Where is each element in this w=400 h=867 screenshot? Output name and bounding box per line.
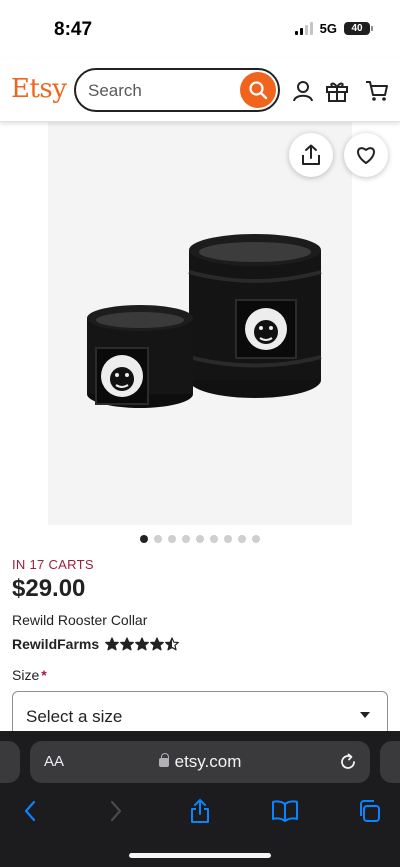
carousel-dot[interactable]: [224, 535, 232, 543]
search-button[interactable]: [240, 72, 276, 108]
gift-icon: [326, 82, 348, 102]
star-full-icon: [135, 637, 150, 651]
gift-button[interactable]: [324, 78, 350, 104]
heart-icon: [357, 147, 375, 164]
next-tab-peek[interactable]: [380, 741, 400, 783]
size-label: Size *: [12, 667, 47, 683]
browser-nav-bar: [0, 791, 400, 831]
status-indicators: 5G 40: [294, 21, 373, 36]
shop-name-link[interactable]: RewildFarms: [12, 636, 99, 652]
network-type: 5G: [319, 21, 337, 36]
size-label-text: Size: [12, 667, 40, 683]
collar-photo: [48, 122, 352, 525]
lion-logo-icon: [245, 308, 287, 350]
search-input[interactable]: Search: [74, 68, 280, 112]
carousel-pagination[interactable]: [0, 535, 400, 543]
etsy-logo[interactable]: Etsy: [11, 74, 67, 104]
chevron-right-icon: [110, 800, 122, 822]
home-indicator: [129, 853, 271, 858]
share-icon: [191, 799, 209, 823]
carousel-dot[interactable]: [238, 535, 246, 543]
battery-icon: 40: [344, 22, 373, 35]
search-placeholder: Search: [88, 81, 142, 100]
reload-icon[interactable]: [338, 752, 358, 772]
status-time: 8:47: [54, 19, 93, 40]
carousel-dot[interactable]: [210, 535, 218, 543]
account-button[interactable]: [290, 78, 316, 104]
shop-row: RewildFarms: [12, 636, 180, 652]
required-mark: *: [41, 667, 47, 683]
site-header: Etsy Search: [0, 58, 400, 122]
url-display[interactable]: etsy.com: [30, 752, 370, 772]
browser-share-button[interactable]: [185, 797, 215, 825]
tabs-button[interactable]: [354, 797, 384, 825]
favorite-button[interactable]: [344, 133, 388, 177]
chevron-left-icon: [24, 800, 36, 822]
search-icon: [249, 81, 268, 100]
star-full-icon: [120, 637, 135, 651]
star-full-icon: [105, 637, 120, 651]
lock-icon: [158, 753, 169, 767]
previous-tab-peek[interactable]: [0, 741, 20, 783]
carousel-dot[interactable]: [196, 535, 204, 543]
back-button[interactable]: [15, 797, 45, 825]
carousel-dot[interactable]: [252, 535, 260, 543]
bookmarks-button[interactable]: [270, 797, 300, 825]
share-button[interactable]: [289, 133, 333, 177]
star-full-icon: [150, 637, 165, 651]
cellular-signal-icon: [294, 22, 313, 35]
lion-logo-icon: [101, 355, 143, 397]
url-text: etsy.com: [174, 752, 242, 771]
status-bar: 8:47 5G 40: [0, 0, 400, 58]
tabs-icon: [360, 800, 380, 822]
product-title: Rewild Rooster Collar: [12, 612, 148, 628]
carousel-dot[interactable]: [168, 535, 176, 543]
in-carts-label: IN 17 CARTS: [12, 557, 94, 572]
book-icon: [272, 800, 298, 822]
carousel-dot[interactable]: [140, 535, 148, 543]
size-select-value: Select a size: [26, 707, 123, 726]
cart-icon: [366, 81, 388, 101]
user-icon: [293, 81, 313, 102]
carousel-dot[interactable]: [182, 535, 190, 543]
product-price: $29.00: [12, 575, 86, 602]
star-half-icon: [165, 637, 180, 651]
product-image[interactable]: [48, 122, 352, 525]
forward-button[interactable]: [101, 797, 131, 825]
cart-button[interactable]: [364, 78, 390, 104]
address-bar[interactable]: AA etsy.com: [30, 741, 370, 783]
share-icon: [302, 144, 320, 165]
carousel-dot[interactable]: [154, 535, 162, 543]
dropdown-caret-icon: [360, 712, 370, 718]
rating-stars[interactable]: [105, 637, 180, 651]
browser-toolbar: AA etsy.com: [0, 731, 400, 867]
